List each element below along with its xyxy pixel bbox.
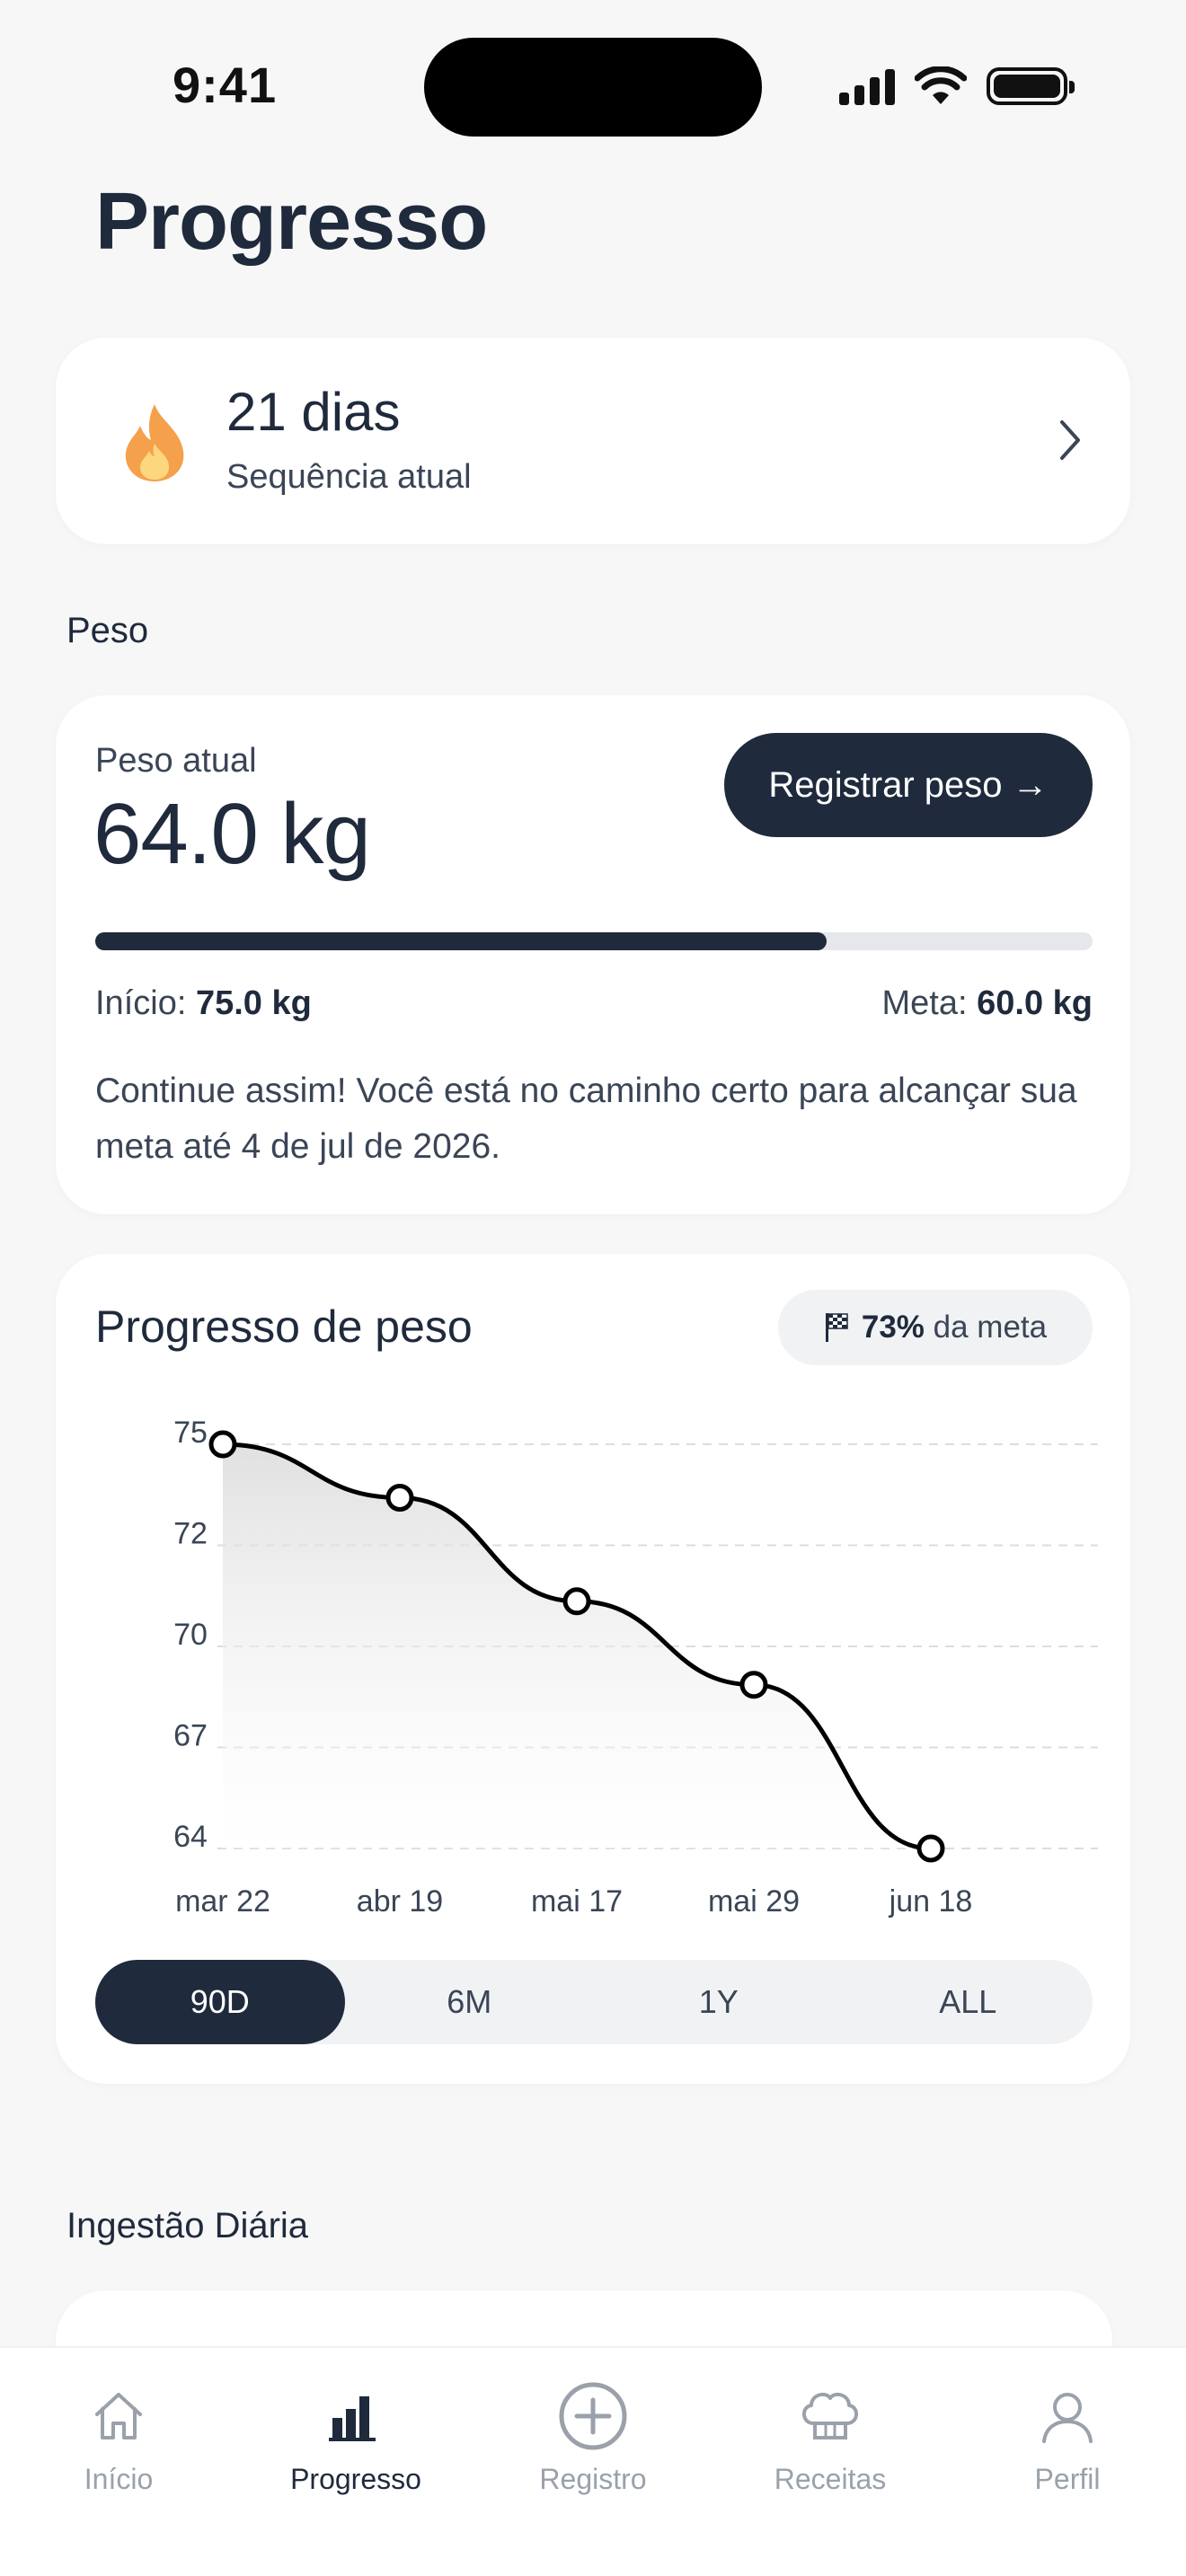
status-time: 9:41 bbox=[173, 57, 278, 113]
y-tick-label: 70 bbox=[173, 1618, 208, 1652]
goal-weight: Meta: 60.0 kg bbox=[882, 984, 1093, 1023]
tab-progresso[interactable]: Progresso bbox=[237, 2348, 474, 2576]
status-bar: 9:41 bbox=[0, 0, 1186, 171]
goal-progress-text: da meta bbox=[933, 1310, 1048, 1345]
range-tab-all[interactable]: ALL bbox=[844, 1960, 1093, 2044]
range-selector: 90D 6M 1Y ALL bbox=[95, 1960, 1093, 2044]
range-tab-90d[interactable]: 90D bbox=[95, 1960, 345, 2044]
wifi-icon bbox=[915, 66, 967, 104]
dynamic-island bbox=[424, 38, 762, 137]
tab-label: Registro bbox=[539, 2463, 647, 2495]
add-circle-icon bbox=[557, 2380, 629, 2452]
data-point bbox=[916, 1834, 945, 1863]
data-point bbox=[562, 1587, 591, 1616]
tab-perfil[interactable]: Perfil bbox=[949, 2348, 1186, 2576]
x-tick-label: mai 17 bbox=[531, 1884, 623, 1919]
y-tick-label: 72 bbox=[173, 1517, 208, 1551]
tab-label: Início bbox=[84, 2463, 154, 2495]
data-point bbox=[208, 1430, 237, 1459]
weight-card: Peso atual 64.0 kg Registrar peso → Iníc… bbox=[56, 695, 1130, 1214]
x-tick-label: mai 29 bbox=[708, 1884, 800, 1919]
x-tick-label: abr 19 bbox=[357, 1884, 443, 1919]
chart-title: Progresso de peso bbox=[95, 1301, 473, 1352]
start-weight: Início: 75.0 kg bbox=[95, 984, 312, 1023]
page-title: Progresso bbox=[95, 177, 488, 267]
user-icon bbox=[1039, 2380, 1096, 2452]
chef-hat-icon bbox=[799, 2380, 862, 2452]
data-point bbox=[739, 1671, 768, 1699]
tab-inicio[interactable]: Início bbox=[0, 2348, 237, 2576]
motivation-message: Continue assim! Você está no caminho cer… bbox=[95, 1072, 1077, 1166]
streak-label: Sequência atual bbox=[226, 458, 472, 496]
status-icons bbox=[839, 63, 1075, 110]
y-tick-label: 75 bbox=[173, 1416, 208, 1450]
start-weight-label: Início: bbox=[95, 984, 187, 1022]
tab-registro[interactable]: Registro bbox=[474, 2348, 712, 2576]
checkered-flag-icon bbox=[825, 1313, 848, 1342]
tab-label: Perfil bbox=[1034, 2463, 1101, 2495]
goal-progress-badge: 73% da meta bbox=[778, 1290, 1093, 1365]
y-tick-label: 67 bbox=[173, 1719, 208, 1753]
current-weight-label: Peso atual bbox=[95, 742, 257, 780]
weight-progress-fill bbox=[95, 932, 827, 950]
weight-progress-bar bbox=[95, 932, 1093, 950]
goal-progress-percent: 73% bbox=[861, 1310, 925, 1345]
tab-label: Receitas bbox=[774, 2463, 887, 2495]
chevron-right-icon bbox=[1060, 420, 1080, 460]
current-weight-value: 64.0 kg bbox=[93, 786, 371, 882]
weight-chart-card: Progresso de peso 73% da meta 75 72 70 67 64… bbox=[56, 1254, 1130, 2084]
y-tick-label: 64 bbox=[173, 1820, 208, 1854]
range-tab-1y[interactable]: 1Y bbox=[594, 1960, 844, 2044]
range-tab-6m[interactable]: 6M bbox=[345, 1960, 595, 2044]
goal-weight-value: 60.0 kg bbox=[977, 984, 1093, 1022]
battery-icon bbox=[987, 67, 1075, 105]
flame-icon bbox=[125, 404, 184, 481]
streak-card[interactable]: 21 dias Sequência atual bbox=[56, 338, 1130, 544]
x-tick-label: jun 18 bbox=[889, 1884, 973, 1919]
cellular-signal-icon bbox=[839, 67, 895, 105]
tab-label: Progresso bbox=[290, 2463, 421, 2495]
tab-receitas[interactable]: Receitas bbox=[712, 2348, 949, 2576]
goal-weight-label: Meta: bbox=[881, 984, 968, 1022]
home-icon bbox=[90, 2380, 147, 2452]
streak-days: 21 dias bbox=[226, 382, 401, 442]
weight-line-chart: 75 72 70 67 64 mar 22 abr 19 mai 17 mai 29 jun 18 bbox=[173, 1416, 1098, 1919]
section-title-weight: Peso bbox=[66, 611, 149, 650]
register-weight-button[interactable]: Registrar peso → bbox=[724, 733, 1093, 837]
section-title-intake: Ingestão Diária bbox=[66, 2206, 309, 2245]
x-tick-label: mar 22 bbox=[175, 1884, 270, 1919]
data-point bbox=[385, 1484, 414, 1513]
start-weight-value: 75.0 kg bbox=[195, 984, 312, 1022]
bottom-tab-bar: Início Progresso Registro Receitas Perfil bbox=[0, 2346, 1186, 2576]
bar-chart-icon bbox=[327, 2380, 385, 2452]
